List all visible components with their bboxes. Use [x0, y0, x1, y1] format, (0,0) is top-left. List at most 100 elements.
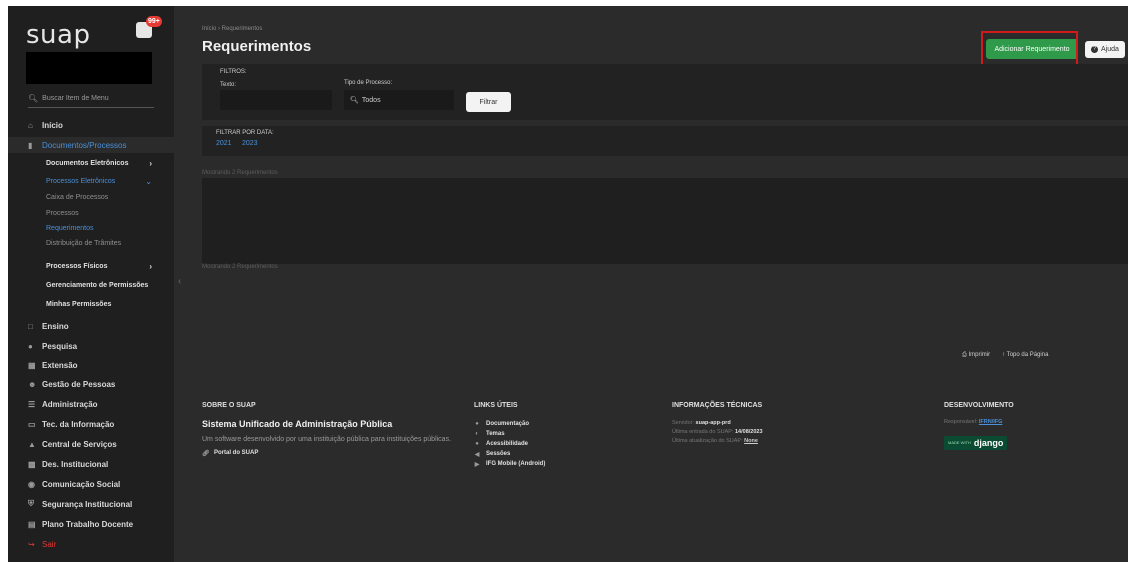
sidebar-item-gestao-de-pessoas[interactable]: ☻ Gestão de Pessoas [8, 376, 174, 392]
sidebar-item-label: Requerimentos [46, 224, 94, 232]
sidebar-item-label: Pesquisa [42, 341, 78, 351]
last-entry-info: Última entrada do SUAP: 14/08/2023 [672, 428, 763, 437]
print-link[interactable]: ⎙ Imprimir [962, 352, 990, 359]
sidebar-item-processos[interactable]: Processos [8, 205, 174, 221]
building-icon: ▦ [28, 360, 36, 370]
highlight-box [981, 31, 1078, 67]
sidebar-item-label: Comunicação Social [42, 479, 121, 489]
text-filter-label: Texto: [220, 82, 237, 88]
help-button[interactable]: ? Ajuda [1085, 41, 1125, 58]
year-link-2021[interactable]: 2021 [216, 140, 232, 147]
sidebar-item-des-institucional[interactable]: ▩ Des. Institucional [8, 456, 174, 472]
last-update-link[interactable]: None [744, 438, 758, 444]
sidebar-item-plano-trabalho-docente[interactable]: ▤ Plano Trabalho Docente [8, 516, 174, 532]
date-filter-label: FILTRAR POR DATA: [216, 130, 274, 136]
system-description: Um software desenvolvido por uma institu… [202, 436, 452, 443]
sidebar-item-extensao[interactable]: ▦ Extensão [8, 357, 174, 373]
link-label: Sessões [486, 451, 511, 457]
sidebar-item-label: Ensino [42, 321, 69, 331]
type-filter-label: Tipo de Processo: [344, 80, 393, 86]
portal-suap-link[interactable]: 🔗︎ Portal do SUAP [202, 448, 472, 458]
sidebar-item-label: Administração [42, 399, 98, 409]
list-icon: ☰ [28, 399, 36, 409]
sidebar-item-processos-fisicos[interactable]: Processos Físicos › [8, 258, 174, 274]
responsible-info: Responsável: IFRN/IFG [944, 419, 1014, 425]
page-title: Requerimentos [202, 38, 312, 55]
link-label: Temas [486, 431, 505, 437]
sidebar-item-label: Extensão [42, 360, 78, 370]
chevron-right-icon: › [149, 261, 152, 271]
system-name: Sistema Unificado de Administração Públi… [202, 419, 393, 429]
breadcrumb[interactable]: Início › Requerimentos [202, 26, 262, 32]
sidebar-item-caixa-de-processos[interactable]: Caixa de Processos [8, 189, 174, 205]
server-info: Servidor: suap-app-prd [672, 419, 763, 428]
sidebar-item-tec-da-informacao[interactable]: ▭ Tec. da Informação [8, 416, 174, 432]
folder-icon: ▮ [28, 140, 33, 150]
responsible-label: Responsável: [944, 419, 978, 425]
acessibilidade-link[interactable]: ● Acessibilidade [474, 439, 545, 449]
menu-search-input[interactable]: 🔍︎ Buscar Item de Menu [28, 90, 154, 108]
sidebar-item-label: Sair [42, 539, 57, 549]
footer-dev-heading: DESENVOLVIMENTO [944, 402, 1014, 409]
sidebar-item-pesquisa[interactable]: ● Pesquisa [8, 338, 174, 354]
badge-big-text: django [973, 437, 1004, 448]
chevron-down-icon: ⌄ [145, 176, 152, 186]
sidebar-item-comunicacao-social[interactable]: ◉ Comunicação Social [8, 476, 174, 492]
sidebar-item-processos-eletronicos[interactable]: Processos Eletrônicos ⌄ [8, 173, 174, 189]
sidebar-item-label: Documentos Eletrônicos [46, 159, 129, 167]
sidebar: suap 99+ 🔍︎ Buscar Item de Menu ⌂ Início… [8, 6, 174, 562]
text-filter-input[interactable] [220, 90, 332, 110]
link-label: IFG Mobile (Android) [486, 461, 546, 467]
app-window: suap 99+ 🔍︎ Buscar Item de Menu ⌂ Início… [8, 6, 1128, 562]
suap-logo[interactable]: suap [26, 20, 90, 50]
laptop-icon: ▭ [28, 419, 36, 429]
sidebar-item-sair[interactable]: ↪ Sair [8, 536, 174, 552]
sidebar-item-seguranca-institucional[interactable]: ⛨ Segurança Institucional [8, 496, 174, 512]
sidebar-item-central-de-servicos[interactable]: ▲ Central de Serviços [8, 436, 174, 452]
temas-link[interactable]: ◐ Temas [474, 429, 545, 439]
monitor-icon: □ [28, 321, 33, 331]
chevron-right-icon: › [149, 158, 152, 168]
sidebar-item-label: Caixa de Processos [46, 193, 109, 201]
sessoes-link[interactable]: ◀ Sessões [474, 449, 545, 459]
sidebar-item-label: Processos [46, 209, 79, 217]
palette-icon: ◐ [475, 431, 479, 437]
sidebar-item-label: Processos Eletrônicos [46, 177, 116, 185]
sidebar-item-gerenciamento-de-permissoes[interactable]: Gerenciamento de Permissões [8, 277, 174, 293]
sidebar-item-documentos-processos[interactable]: ▮ Documentos/Processos [8, 137, 174, 153]
server-label: Servidor: [672, 420, 695, 426]
sidebar-item-distribuicao-de-tramites[interactable]: Distribuição de Trâmites [8, 235, 174, 251]
sidebar-item-label: Gestão de Pessoas [42, 379, 116, 389]
sidebar-item-documentos-eletronicos[interactable]: Documentos Eletrônicos › [8, 155, 174, 171]
sidebar-item-minhas-permissoes[interactable]: Minhas Permissões [8, 296, 174, 312]
chart-icon: ▩ [28, 459, 36, 469]
responsible-link[interactable]: IFRN/IFG [979, 419, 1003, 425]
id-card-icon: ▤ [28, 519, 36, 529]
sessions-icon: ◀ [474, 451, 480, 458]
link-label: Documentação [486, 421, 530, 427]
logout-icon: ↪ [28, 539, 35, 549]
results-count-bottom: Mostrando 2 Requerimentos [202, 264, 278, 270]
shield-icon: ⛨ [28, 499, 34, 508]
sidebar-item-label: Documentos/Processos [42, 140, 127, 150]
sidebar-item-label: Plano Trabalho Docente [42, 519, 134, 529]
footer-tech: INFORMAÇÕES TÉCNICAS Servidor: suap-app-… [672, 402, 763, 446]
search-icon: 🔍︎ [350, 97, 359, 104]
back-to-top-link[interactable]: ↑ Topo da Página [1002, 352, 1048, 359]
sidebar-item-requerimentos[interactable]: Requerimentos [8, 220, 174, 236]
sidebar-item-ensino[interactable]: □ Ensino [8, 318, 174, 334]
made-with-django-badge[interactable]: MADE WITH django [944, 435, 1008, 450]
filter-submit-button[interactable]: Filtrar [466, 92, 511, 112]
documentacao-link[interactable]: ● Documentação [474, 419, 545, 429]
process-type-select[interactable]: 🔍︎ Todos [344, 90, 454, 110]
sidebar-item-administracao[interactable]: ☰ Administração [8, 396, 174, 412]
year-link-2023[interactable]: 2023 [242, 140, 258, 147]
last-update-info: Última atualização do SUAP: None [672, 437, 763, 446]
date-filter-bar: FILTRAR POR DATA: 2021 2023 [202, 126, 1128, 156]
sidebar-item-label: Início [42, 120, 63, 130]
results-count-top: Mostrando 2 Requerimentos [202, 170, 278, 176]
sidebar-item-inicio[interactable]: ⌂ Início [8, 117, 174, 133]
main-content: Início › Requerimentos Requerimentos Adi… [174, 6, 1128, 562]
sidebar-item-label: Segurança Institucional [42, 499, 133, 509]
ifg-mobile-link[interactable]: ▶ IFG Mobile (Android) [474, 459, 546, 469]
